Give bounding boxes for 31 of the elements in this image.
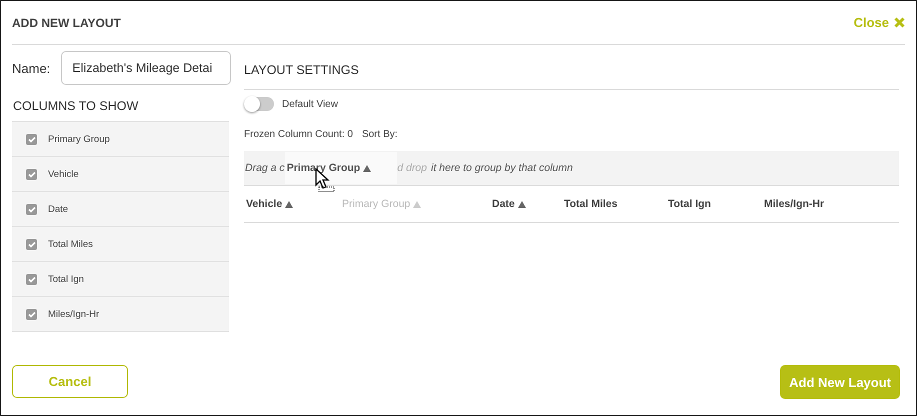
column-option[interactable]: Total Ign <box>12 262 229 297</box>
group-hint: it here to group by that column <box>431 162 573 174</box>
checkbox[interactable] <box>26 238 37 250</box>
group-hint: Drag a c <box>245 162 285 174</box>
dragged-column-header[interactable]: Primary Group <box>284 152 398 184</box>
group-hint: d drop <box>397 162 427 174</box>
column-option[interactable]: Date <box>12 192 229 227</box>
checkbox[interactable] <box>26 204 37 214</box>
checkbox[interactable] <box>26 134 37 144</box>
column-header[interactable]: Miles/Ign-Hr <box>762 198 884 210</box>
column-header[interactable]: Total Miles <box>562 198 666 210</box>
column-header[interactable]: Vehicle <box>244 198 340 210</box>
column-header[interactable]: Date <box>490 198 562 210</box>
section-heading: COLUMNS TO SHOW <box>13 99 140 113</box>
column-option[interactable]: Primary Group <box>12 122 229 157</box>
checkbox[interactable] <box>26 308 37 320</box>
column-option[interactable]: Total Miles <box>12 227 229 262</box>
toggle-switch[interactable] <box>244 97 274 111</box>
frozen-count: Frozen Column Count: 0 <box>244 129 353 140</box>
section-heading: LAYOUT SETTINGS <box>244 51 899 90</box>
close-icon[interactable] <box>894 17 905 28</box>
column-header[interactable]: Total Ign <box>666 198 762 210</box>
checkbox[interactable] <box>26 168 37 180</box>
toggle-label: Default View <box>282 98 338 110</box>
name-field[interactable]: Elizabeth's Mileage Detai <box>61 51 232 85</box>
name-label: Name: <box>12 60 50 76</box>
checkbox[interactable] <box>26 274 37 284</box>
dialog-title: ADD NEW LAYOUT <box>12 16 121 30</box>
sort-by-label: Sort By: <box>362 129 398 140</box>
column-option[interactable]: Miles/Ign-Hr <box>12 297 229 332</box>
column-option[interactable]: Vehicle <box>12 157 229 192</box>
